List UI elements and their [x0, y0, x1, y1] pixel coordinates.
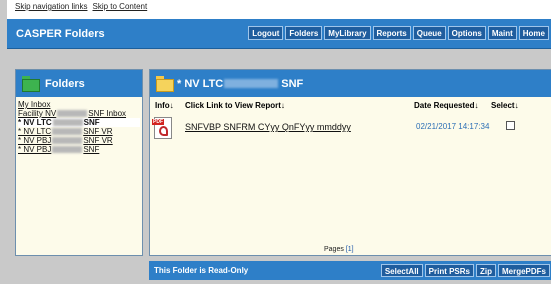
folder-icon — [156, 75, 174, 92]
pages-label: Pages — [324, 246, 344, 253]
folder-title-suffix: SNF — [281, 77, 304, 90]
folder-title-prefix: * NV LTC — [177, 77, 224, 90]
mergepdfs-button[interactable]: MergePDFs — [497, 264, 550, 277]
folder-item-ltc-snf[interactable]: * NV LTC SNF — [18, 118, 140, 127]
redacted-block — [52, 128, 83, 136]
folder-item-label: * NV PBJ — [18, 136, 52, 145]
folder-item-label-suffix: SNF — [83, 118, 100, 127]
folder-item-label-suffix: SNF — [83, 145, 100, 154]
report-table-header: Info↓ Click Link to View Report↓ Date Re… — [150, 101, 551, 113]
redacted-block — [224, 79, 279, 88]
pagination: Pages [1] — [324, 246, 354, 253]
options-button[interactable]: Options — [447, 26, 486, 40]
table-row: PDF SNFVBP SNFRM CYyy QnFYyy mmddyy 02/2… — [150, 117, 551, 139]
folders-panel-header: Folders — [16, 70, 142, 97]
folder-item-label: * NV LTC — [18, 118, 52, 127]
skip-links-bar: Skip navigation links Skip to Content — [7, 0, 551, 19]
folder-item-facility-inbox[interactable]: Facility NV SNF Inbox — [18, 109, 140, 118]
footer-buttons: SelectAll Print PSRs Zip MergePDFs — [380, 264, 550, 277]
report-date: 02/21/2017 14:17:34 — [416, 122, 490, 131]
skip-navigation-link[interactable]: Skip navigation links — [15, 2, 87, 11]
folder-item-label-suffix: SNF Inbox — [88, 109, 127, 118]
report-link[interactable]: SNFVBP SNFRM CYyy QnFYyy mmddyy — [185, 122, 351, 132]
folder-item-label-suffix: SNF VR — [83, 136, 113, 145]
pdf-icon[interactable]: PDF — [152, 117, 172, 139]
folder-footer: This Folder is Read-Only SelectAll Print… — [149, 261, 551, 280]
folder-item-label: My Inbox — [18, 100, 51, 109]
folder-item-ltc-snf-vr[interactable]: * NV LTC SNF VR — [18, 127, 140, 136]
home-button[interactable]: Home — [518, 26, 549, 40]
folder-list: My Inbox Facility NV SNF Inbox * NV LTC SN… — [16, 97, 142, 157]
queue-button[interactable]: Queue — [412, 26, 446, 40]
column-date[interactable]: Date Requested↓ — [414, 101, 478, 110]
print-psrs-button[interactable]: Print PSRs — [424, 264, 474, 277]
folders-icon — [22, 75, 40, 92]
folder-item-label: * NV LTC — [18, 127, 52, 136]
acrobat-swirl — [159, 126, 168, 136]
reports-button[interactable]: Reports — [372, 26, 411, 40]
nav-buttons: Logout Folders MyLibrary Reports Queue O… — [248, 26, 549, 40]
redacted-block — [52, 137, 83, 145]
pdf-badge: PDF — [152, 119, 164, 125]
redacted-block — [52, 119, 83, 127]
folder-item-pbj-snf[interactable]: * NV PBJ SNF — [18, 145, 140, 154]
folders-panel-title: Folders — [45, 77, 85, 90]
redacted-block — [57, 110, 88, 118]
redacted-block — [52, 146, 83, 154]
app-header: CASPER Folders Logout Folders MyLibrary … — [7, 19, 551, 49]
folder-item-label: Facility NV — [18, 109, 57, 118]
folder-item-label-suffix: SNF VR — [83, 127, 113, 136]
logout-button[interactable]: Logout — [248, 26, 284, 40]
folder-item-label: * NV PBJ — [18, 145, 52, 154]
app-title: CASPER Folders — [16, 28, 105, 40]
folder-content-panel: * NV LTC SNF Info↓ Click Link to View Re… — [149, 69, 551, 256]
selectall-button[interactable]: SelectAll — [380, 264, 423, 277]
folder-item-pbj-snf-vr[interactable]: * NV PBJ SNF VR — [18, 136, 140, 145]
column-link[interactable]: Click Link to View Report↓ — [185, 101, 285, 110]
zip-button[interactable]: Zip — [475, 264, 496, 277]
mylibrary-button[interactable]: MyLibrary — [324, 26, 371, 40]
column-select[interactable]: Select↓ — [491, 101, 519, 110]
folder-item-my-inbox[interactable]: My Inbox — [18, 100, 140, 109]
page-link-1[interactable]: [1] — [346, 246, 354, 253]
select-checkbox[interactable] — [506, 121, 515, 130]
maint-button[interactable]: Maint — [487, 26, 517, 40]
skip-content-link[interactable]: Skip to Content — [92, 2, 147, 11]
folder-content-header: * NV LTC SNF — [150, 70, 551, 97]
skip-links: Skip navigation links Skip to Content — [15, 2, 152, 11]
folders-panel: Folders My Inbox Facility NV SNF Inbox * … — [15, 69, 143, 256]
folders-button[interactable]: Folders — [285, 26, 323, 40]
readonly-notice: This Folder is Read-Only — [154, 266, 249, 275]
column-info[interactable]: Info↓ — [155, 101, 174, 110]
